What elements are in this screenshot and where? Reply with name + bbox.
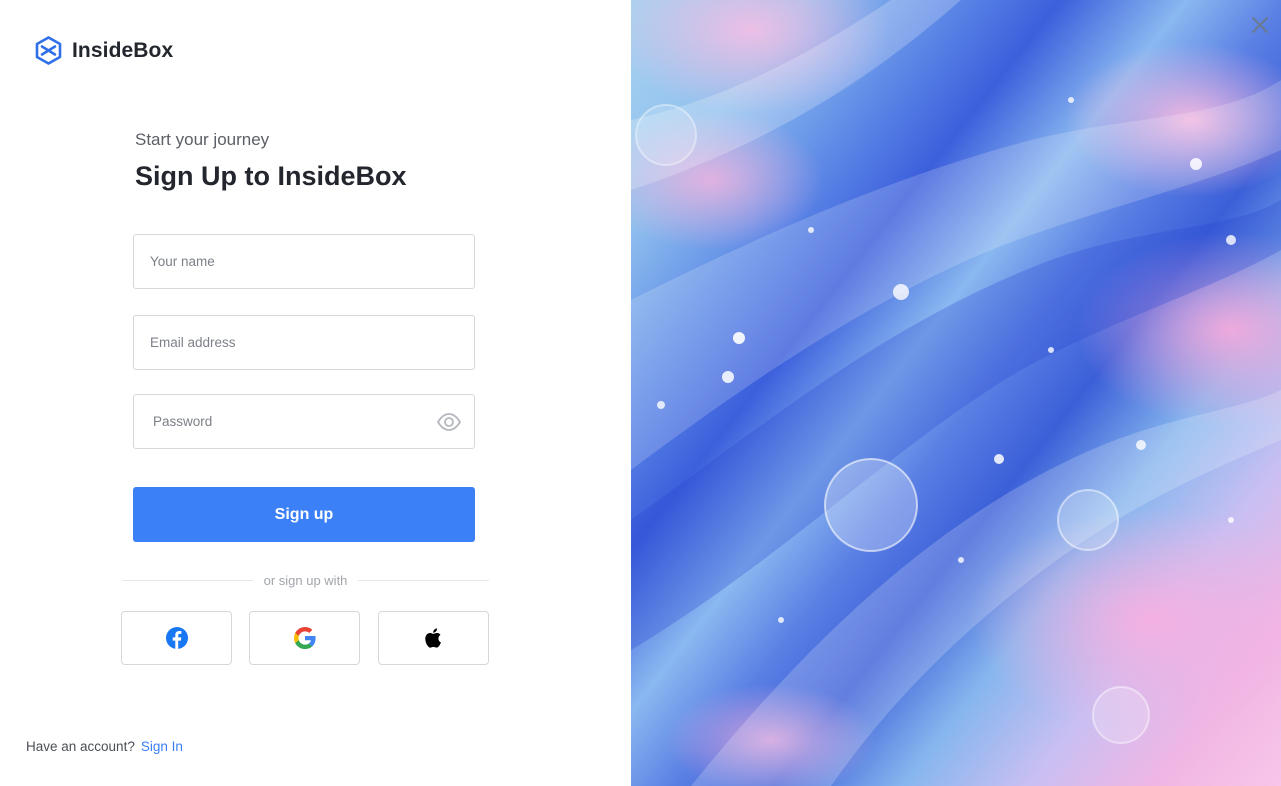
fluid-art-background — [631, 0, 1281, 786]
apple-icon — [424, 628, 441, 648]
apple-signup-button[interactable] — [378, 611, 489, 665]
page-title: Sign Up to InsideBox — [135, 161, 407, 191]
name-input[interactable] — [134, 235, 474, 288]
hero-image — [631, 0, 1281, 786]
brand-name: InsideBox — [72, 38, 174, 62]
divider-line-right — [358, 579, 490, 581]
name-field — [133, 234, 475, 289]
signin-link[interactable]: Sign In — [141, 739, 183, 754]
page-subtitle: Start your journey — [135, 130, 270, 149]
divider: or sign up with — [122, 571, 490, 589]
logo-icon — [35, 36, 62, 65]
footer-prompt: Have an account? — [26, 739, 135, 754]
divider-line-left — [122, 579, 253, 581]
footer: Have an account? Sign In — [26, 739, 183, 754]
facebook-signup-button[interactable] — [121, 611, 232, 665]
google-icon — [293, 627, 316, 649]
divider-text: or sign up with — [263, 572, 348, 588]
signup-button[interactable]: Sign up — [133, 487, 475, 542]
password-field — [133, 394, 475, 449]
password-input[interactable] — [134, 395, 474, 448]
signup-panel: InsideBox Start your journey Sign Up to … — [0, 0, 631, 786]
brand: InsideBox — [35, 36, 173, 65]
facebook-icon — [165, 627, 188, 649]
email-input[interactable] — [134, 316, 474, 369]
email-field — [133, 315, 475, 370]
close-icon[interactable] — [1249, 14, 1271, 36]
eye-icon[interactable] — [436, 411, 462, 433]
google-signup-button[interactable] — [249, 611, 360, 665]
